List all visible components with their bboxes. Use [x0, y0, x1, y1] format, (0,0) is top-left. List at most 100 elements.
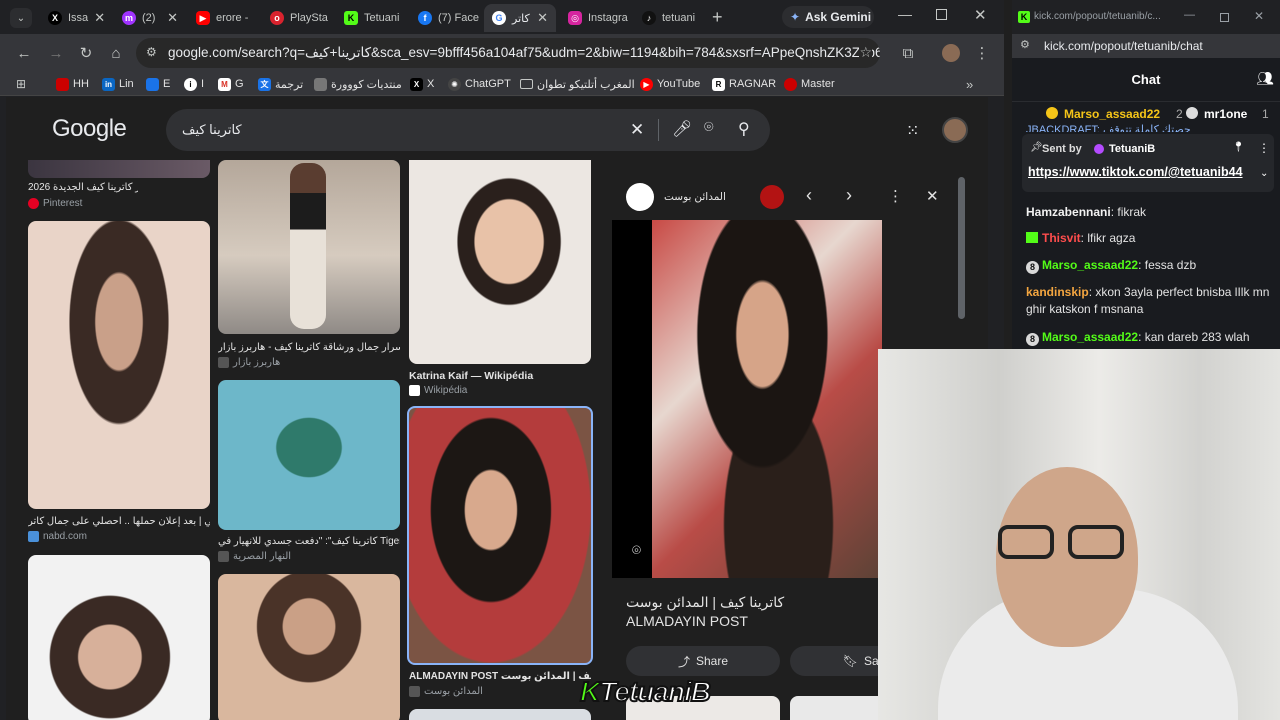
- extensions-icon[interactable]: ⧉: [896, 41, 920, 65]
- next-icon[interactable]: ›: [846, 185, 852, 206]
- account-avatar[interactable]: [942, 117, 968, 143]
- close-icon[interactable]: ✕: [94, 10, 105, 26]
- preview-source-name[interactable]: المدائن بوست: [664, 191, 726, 203]
- bookmark-kooora[interactable]: منتديات كووورة: [314, 76, 402, 92]
- microphone-icon[interactable]: 🎤︎: [672, 119, 692, 139]
- rank-badge-icon: [1186, 107, 1198, 119]
- maximize-button[interactable]: [936, 9, 947, 20]
- tab-opera[interactable]: o PlaySta: [262, 4, 334, 32]
- close-window-button[interactable]: ✕: [1254, 9, 1264, 23]
- image-result-thumbnail[interactable]: [28, 555, 210, 720]
- bookmark-hh[interactable]: HH: [56, 76, 89, 92]
- tab-facebook[interactable]: f (7) Face: [410, 4, 482, 32]
- bookmark-x[interactable]: XX: [410, 76, 434, 92]
- apps-grid-icon[interactable]: ⊞: [16, 76, 26, 92]
- tab-search-button[interactable]: ⌄: [10, 8, 32, 28]
- image-result-thumbnail[interactable]: [218, 574, 400, 720]
- lens-camera-icon[interactable]: ⌾: [704, 119, 714, 137]
- preview-scrollbar[interactable]: [958, 177, 965, 319]
- address-bar[interactable]: ⚙ google.com/search?q=كاترينا+كيف&sca_es…: [136, 38, 880, 68]
- more-bookmarks-icon[interactable]: »: [966, 76, 973, 92]
- image-result-thumbnail[interactable]: [409, 709, 591, 720]
- tab-youtube[interactable]: ▶ erore -: [188, 4, 260, 32]
- users-icon[interactable]: 👥︎: [1256, 70, 1274, 87]
- expand-icon[interactable]: ⌄: [1260, 168, 1268, 179]
- bookmark-translate[interactable]: 文 ترجمة: [258, 76, 303, 92]
- search-box[interactable]: كاترينا كيف ✕ 🎤︎ ⌾ ⚲: [166, 109, 770, 151]
- image-result-source[interactable]: المدائن بوست: [409, 686, 483, 697]
- image-result-thumbnail[interactable]: [409, 160, 591, 364]
- back-button[interactable]: ←: [12, 41, 36, 65]
- bookmark-folder-tetouan[interactable]: المغرب أتلتيكو تطوان: [520, 76, 635, 92]
- maximize-button[interactable]: [1220, 13, 1229, 22]
- image-result-source[interactable]: النهار المصرية: [218, 551, 291, 562]
- bookmark-master[interactable]: Master: [784, 76, 835, 92]
- search-input[interactable]: كاترينا كيف: [182, 122, 242, 138]
- image-result-caption[interactable]: كاترينا كيف": "دفعت جسدي للانهيار في Tig…: [218, 536, 400, 547]
- forward-button[interactable]: →: [44, 41, 68, 65]
- image-result-caption[interactable]: مجلة هي | بعد إعلان حملها .. احصلي على ج…: [28, 516, 210, 527]
- preview-image[interactable]: ⌾: [612, 220, 882, 578]
- chat-username[interactable]: Hamzabennani: [1026, 205, 1111, 219]
- pdf-icon[interactable]: [760, 185, 784, 209]
- site-info-icon[interactable]: ⚙: [146, 45, 157, 59]
- image-result-thumbnail[interactable]: [218, 380, 400, 530]
- image-result-source[interactable]: Wikipédia: [409, 385, 467, 396]
- chat-titlebar: K kick.com/popout/tetuanib/c... — ✕: [1012, 0, 1280, 34]
- close-window-button[interactable]: ✕: [974, 6, 987, 24]
- tab-google-active[interactable]: G كاتر ✕: [484, 4, 556, 32]
- chat-username[interactable]: Thisvit: [1042, 231, 1081, 245]
- pinned-message[interactable]: 📌︎ Sent by TetuaniB 📍︎ ⋮ https://www.tik…: [1022, 134, 1274, 192]
- minimize-button[interactable]: —: [1184, 9, 1195, 21]
- more-options-icon[interactable]: ⋮: [1258, 141, 1270, 155]
- search-icon[interactable]: ⚲: [738, 119, 750, 139]
- image-result-thumbnail[interactable]: [28, 160, 210, 178]
- unpin-icon[interactable]: 📍︎: [1232, 142, 1245, 153]
- bookmark-linkedin[interactable]: in Lin: [102, 76, 134, 92]
- bookmark-gmail[interactable]: MG: [218, 76, 244, 92]
- bookmark-i[interactable]: iI: [184, 76, 204, 92]
- image-result-source[interactable]: Pinterest: [28, 198, 82, 209]
- tab-kick[interactable]: K Tetuani: [336, 4, 408, 32]
- bookmark-e[interactable]: E: [146, 76, 170, 92]
- bookmark-youtube[interactable]: ▶ YouTube: [640, 76, 700, 92]
- menu-icon[interactable]: ⋮: [970, 41, 994, 65]
- google-apps-icon[interactable]: ⁙: [906, 121, 919, 141]
- bookmark-star-icon[interactable]: ☆: [859, 44, 872, 61]
- close-icon[interactable]: ✕: [537, 10, 548, 26]
- clear-search-icon[interactable]: ✕: [630, 120, 644, 140]
- bookmark-ragnar[interactable]: R RAGNAR: [712, 76, 776, 92]
- more-options-icon[interactable]: ⋮: [888, 187, 903, 205]
- pinned-link[interactable]: https://www.tiktok.com/@tetuanib44: [1028, 165, 1243, 179]
- previous-icon[interactable]: ‹: [806, 185, 812, 206]
- close-preview-icon[interactable]: ✕: [926, 187, 939, 205]
- ask-gemini-button[interactable]: ✦ Ask Gemini: [782, 6, 874, 28]
- google-logo[interactable]: Google: [52, 115, 127, 143]
- tab-messenger[interactable]: m (2) ✕: [114, 4, 186, 32]
- image-result-caption[interactable]: اسرار جمال ورشاقة كاترينا كيف - هاربرز ب…: [218, 342, 400, 353]
- image-result-thumbnail-selected[interactable]: [407, 406, 593, 665]
- home-button[interactable]: ⌂: [104, 41, 128, 65]
- reload-button[interactable]: ↻: [74, 41, 98, 65]
- preview-title[interactable]: كاترينا كيف | المدائن بوست ALMADAYIN POS…: [626, 593, 866, 631]
- minimize-button[interactable]: —: [898, 6, 912, 22]
- close-icon[interactable]: ✕: [167, 10, 178, 26]
- chat-username[interactable]: Marso_assaad22: [1042, 258, 1138, 272]
- image-result-thumbnail[interactable]: [28, 221, 210, 509]
- share-button[interactable]: ⤴ Share: [626, 646, 780, 676]
- tab-x[interactable]: X Issa ✕: [40, 4, 112, 32]
- bookmark-chatgpt[interactable]: ✺ ChatGPT: [448, 76, 511, 92]
- tab-instagram[interactable]: ◎ Instagra: [560, 4, 632, 32]
- image-result-source[interactable]: هاربرز بازار: [218, 357, 280, 368]
- image-result-caption[interactable]: Katrina Kaif — Wikipédia: [409, 370, 591, 382]
- site-info-icon[interactable]: ⚙: [1020, 38, 1030, 51]
- image-result-source[interactable]: nabd.com: [28, 531, 87, 542]
- image-result-caption[interactable]: صور كاترينا كيف الجديدة 2026: [28, 182, 138, 193]
- image-result-caption[interactable]: ALMADAYIN POST كاترينا كيف | المدائن بوس…: [409, 671, 591, 682]
- new-tab-button[interactable]: +: [712, 7, 723, 28]
- chat-username[interactable]: Marso_assaad22: [1042, 330, 1138, 344]
- tab-tiktok[interactable]: ♪ tetuani: [634, 4, 706, 32]
- profile-avatar[interactable]: [942, 44, 960, 62]
- lens-search-icon[interactable]: ⌾: [632, 542, 641, 559]
- chat-username[interactable]: kandinskip: [1026, 285, 1089, 299]
